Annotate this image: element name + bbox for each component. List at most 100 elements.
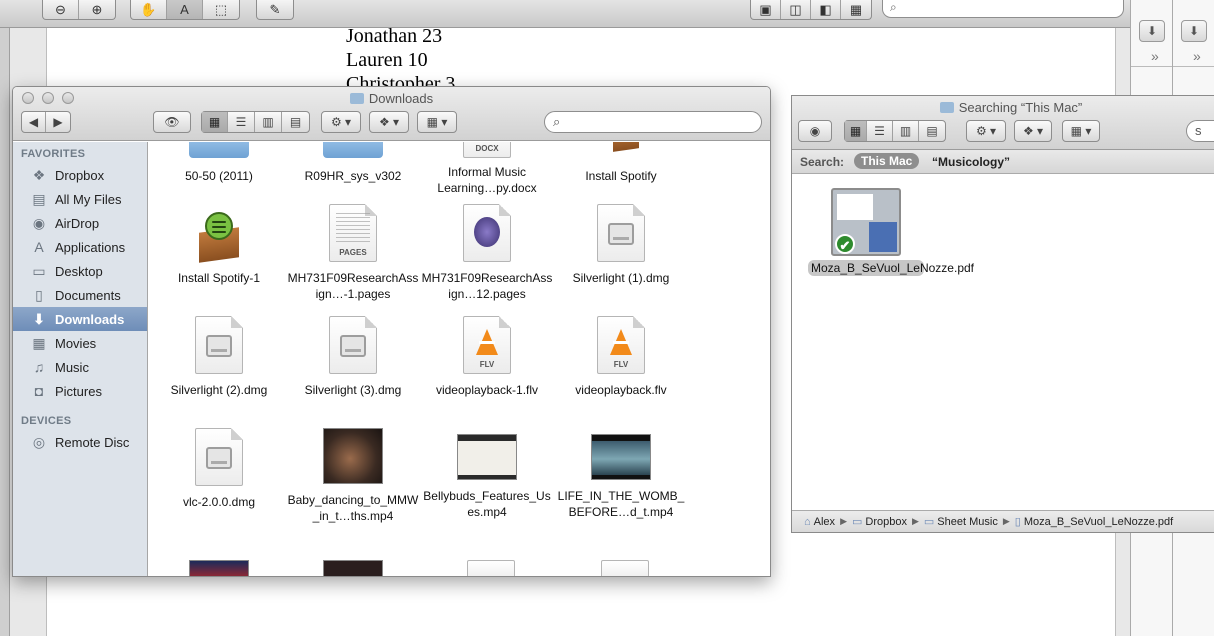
file-item-partial[interactable] — [189, 560, 249, 576]
cover-flow-button[interactable]: ▤ — [282, 112, 309, 132]
list-view-button[interactable]: ☰ — [228, 112, 255, 132]
file-item[interactable]: FLV videoplayback-1.flv — [421, 316, 553, 398]
sidebar-item-pictures[interactable]: ◘ Pictures — [13, 379, 147, 403]
tool-group: ✋ A ⬚ — [130, 0, 240, 20]
file-item-partial[interactable] — [323, 560, 383, 576]
path-item-alex[interactable]: ⌂ Alex — [804, 516, 835, 528]
file-item[interactable]: MH731F09ResearchAssign…12.pages — [421, 204, 553, 302]
sidebar-item-all-my-files[interactable]: ▤ All My Files — [13, 187, 147, 211]
file-item-partial[interactable] — [601, 560, 649, 576]
document-toolbar: ⊖ ⊕ ✋ A ⬚ ✎ ▣ ◫ ◧ ▦ ⌕ — [0, 0, 1214, 28]
sidebar-item-movies[interactable]: ▦ Movies — [13, 331, 147, 355]
disk-image-icon — [153, 428, 285, 486]
search-icon: ⌕ — [890, 0, 897, 14]
scope-search-term[interactable]: “Musicology” — [932, 155, 1010, 169]
file-item-partial[interactable] — [467, 560, 515, 576]
gear-icon: ⚙ ▾ — [330, 115, 352, 129]
arrange-menu-button[interactable]: ▦ ▾ — [417, 111, 457, 133]
chevron-right-icon[interactable]: » — [1193, 48, 1201, 64]
file-name: videoplayback.flv — [575, 383, 667, 397]
file-item[interactable]: Baby_dancing_to_MMW_in_t…ths.mp4 — [287, 428, 419, 524]
home-icon: ⌂ — [804, 515, 811, 528]
path-arrow-icon: ▶ — [911, 516, 919, 526]
view-notes-button[interactable]: ◧ — [811, 0, 841, 19]
view-single-button[interactable]: ▣ — [751, 0, 781, 19]
path-item-dropbox[interactable]: ▭ Dropbox — [852, 515, 907, 529]
chevron-right-icon[interactable]: » — [1151, 48, 1159, 64]
search-label: Search: — [800, 155, 845, 169]
back-forward-control: ◀ ▶ — [21, 111, 71, 133]
quick-look-button[interactable]: ◉ — [798, 120, 832, 142]
scope-this-mac[interactable]: This Mac — [854, 153, 920, 169]
search-field[interactable]: ⌕ — [544, 111, 762, 133]
action-menu-button[interactable]: ⚙ ▾ — [321, 111, 361, 133]
sidebar-item-remote-disc[interactable]: ◎ Remote Disc — [13, 430, 147, 454]
file-item[interactable]: PAGES MH731F09ResearchAssign…-1.pages — [287, 204, 419, 302]
zoom-out-button[interactable]: ⊖ — [43, 0, 79, 19]
cover-flow-button[interactable]: ▤ — [919, 121, 945, 141]
sidebar-item-documents[interactable]: ▯ Documents — [13, 283, 147, 307]
document-search-field[interactable]: ⌕ — [882, 0, 1124, 18]
favorites-header: FAVORITES — [21, 148, 86, 160]
download-icon[interactable]: ⬇ — [1139, 20, 1165, 42]
select-tool-button[interactable]: ⬚ — [203, 0, 239, 19]
view-mode-group: ▣ ◫ ◧ ▦ — [750, 0, 872, 20]
page-preview — [837, 194, 873, 220]
file-item[interactable]: R09HR_sys_v302 — [287, 142, 419, 184]
sidebar-item-label: Remote Disc — [55, 434, 130, 450]
sidebar-item-desktop[interactable]: ▭ Desktop — [13, 259, 147, 283]
file-grid: 50-50 (2011) R09HR_sys_v302 DOCX Informal M… — [149, 142, 769, 576]
file-item[interactable]: Install Spotify-1 — [153, 204, 285, 286]
dropbox-menu-button[interactable]: ❖ ▾ — [1014, 120, 1052, 142]
forward-button[interactable]: ▶ — [46, 112, 70, 132]
back-button[interactable]: ◀ — [22, 112, 46, 132]
sidebar-item-downloads[interactable]: ⬇ Downloads — [13, 307, 147, 331]
dropbox-menu-button[interactable]: ❖ ▾ — [369, 111, 409, 133]
text-tool-button[interactable]: A — [167, 0, 203, 19]
file-item[interactable]: Silverlight (1).dmg — [555, 204, 687, 286]
preview-icon — [869, 222, 897, 252]
file-item[interactable]: Install Spotify — [555, 142, 687, 184]
action-menu-button[interactable]: ⚙ ▾ — [966, 120, 1006, 142]
search-field[interactable]: s — [1186, 120, 1214, 142]
sidebar-item-label: AirDrop — [55, 215, 100, 231]
column-view-button[interactable]: ▥ — [255, 112, 282, 132]
arrange-menu-button[interactable]: ▦ ▾ — [1062, 120, 1100, 142]
hand-tool-button[interactable]: ✋ — [131, 0, 167, 19]
pdf-file-icon: ▯ — [1014, 516, 1021, 528]
view-thumbs-button[interactable]: ▦ — [841, 0, 871, 19]
video-thumbnail — [287, 428, 419, 484]
installer-package-icon — [555, 142, 687, 160]
file-item[interactable]: Silverlight (2).dmg — [153, 316, 285, 398]
file-item[interactable]: vlc-2.0.0.dmg — [153, 428, 285, 510]
finder-sidebar: FAVORITES DEVICES ◎ Remote Disc ❖ Dropbox… — [13, 142, 148, 576]
file-item[interactable]: DOCX Informal Music Learning…py.docx — [421, 142, 553, 196]
file-item[interactable]: Silverlight (3).dmg — [287, 316, 419, 398]
sidebar-item-airdrop[interactable]: ◉ AirDrop — [13, 211, 147, 235]
dropbox-icon: ❖ ▾ — [378, 115, 400, 129]
sidebar-item-applications[interactable]: A Applications — [13, 235, 147, 259]
path-item-sheet-music[interactable]: ▭ Sheet Music — [924, 515, 998, 529]
icon-view-button[interactable]: ▦ — [202, 112, 228, 132]
file-item[interactable]: 50-50 (2011) — [153, 142, 285, 184]
sidebar-item-music[interactable]: ♫ Music — [13, 355, 147, 379]
list-view-button[interactable]: ☰ — [867, 121, 893, 141]
annotate-button[interactable]: ✎ — [257, 0, 293, 19]
zoom-in-button[interactable]: ⊕ — [79, 0, 115, 19]
column-view-button[interactable]: ▥ — [893, 121, 919, 141]
pictures-icon: ◘ — [34, 383, 44, 399]
arrange-icon: ▦ ▾ — [426, 115, 448, 129]
file-item[interactable]: FLV videoplayback.flv — [555, 316, 687, 398]
path-item-file[interactable]: ▯ Moza_B_SeVuol_LeNozze.pdf — [1014, 515, 1173, 529]
download-icon[interactable]: ⬇ — [1181, 20, 1207, 42]
file-item[interactable]: LIFE_IN_THE_WOMB_BEFORE…d_t.mp4 — [555, 428, 687, 520]
document-line: Lauren 10 — [346, 49, 428, 71]
disk-image-icon — [555, 204, 687, 262]
sidebar-item-dropbox[interactable]: ❖ Dropbox — [13, 163, 147, 187]
window-title: Searching “This Mac” — [792, 100, 1214, 115]
search-result-item[interactable]: ✔ Moza_B_SeVuol_LeNozze.pdf — [808, 188, 974, 276]
quick-look-button[interactable]: 👁 — [153, 111, 191, 133]
icon-view-button[interactable]: ▦ — [845, 121, 867, 141]
view-sidebar-button[interactable]: ◫ — [781, 0, 811, 19]
file-item[interactable]: Bellybuds_Features_Uses.mp4 — [421, 428, 553, 520]
